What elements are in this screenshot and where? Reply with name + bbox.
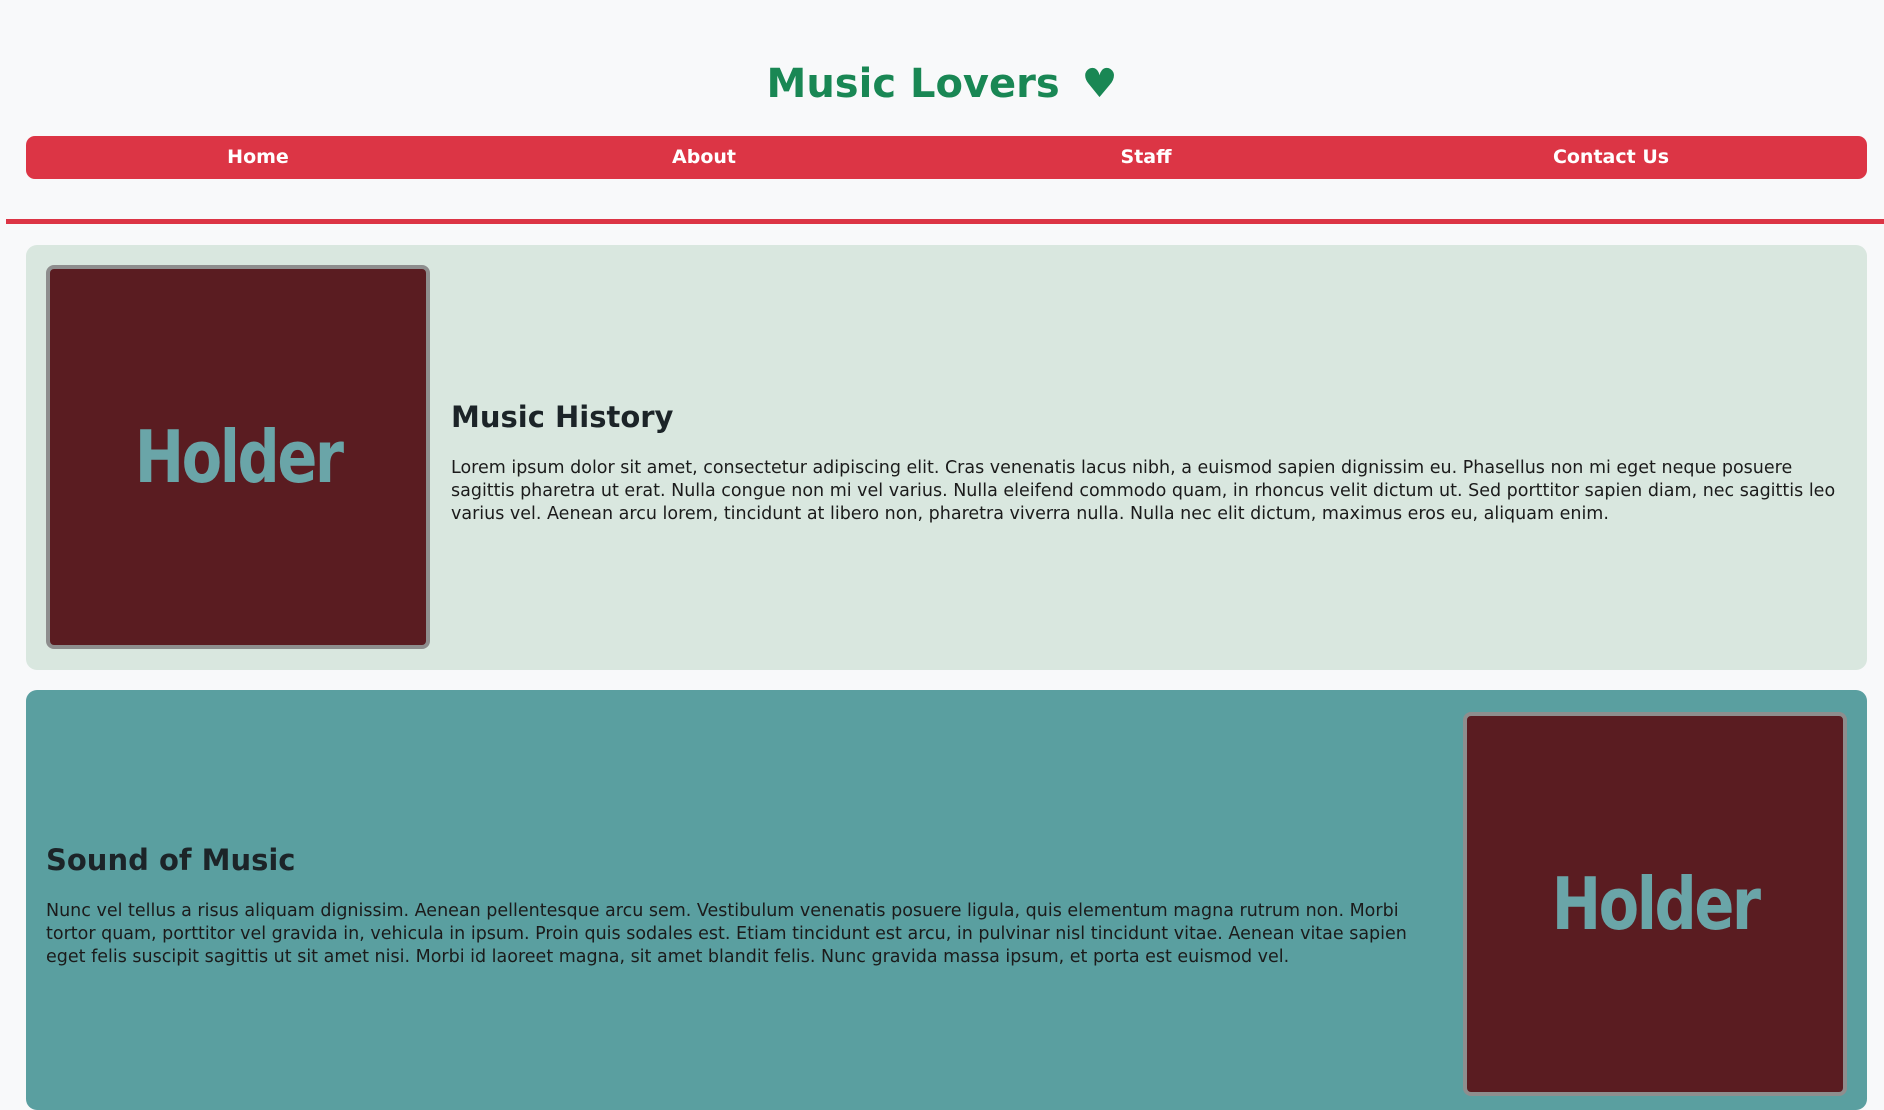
main-navbar: Home About Staff Contact Us xyxy=(26,136,1867,179)
nav-link-home[interactable]: Home xyxy=(227,136,289,179)
nav-link-staff[interactable]: Staff xyxy=(1121,136,1172,179)
heart-icon: ♥ xyxy=(1081,61,1118,107)
section-body: Nunc vel tellus a risus aliquam dignissi… xyxy=(46,901,1407,967)
header-divider xyxy=(6,219,1884,224)
nav-link-contact-us[interactable]: Contact Us xyxy=(1553,136,1669,179)
nav-link-about[interactable]: About xyxy=(672,136,736,179)
section-body: Lorem ipsum dolor sit amet, consectetur … xyxy=(451,458,1836,524)
placeholder-image: Holder xyxy=(1463,712,1847,1096)
section-heading: Sound of Music xyxy=(46,843,296,877)
sound-of-music-card: Sound of Music Nunc vel tellus a risus a… xyxy=(26,690,1867,1110)
placeholder-image-label: Holder xyxy=(1551,862,1761,946)
section-heading: Music History xyxy=(451,400,674,434)
site-title: Music Lovers ♥ xyxy=(0,56,1884,112)
site-title-text: Music Lovers xyxy=(766,61,1060,107)
placeholder-image: Holder xyxy=(46,265,430,649)
placeholder-image-label: Holder xyxy=(134,415,344,499)
card-text: Sound of Music Nunc vel tellus a risus a… xyxy=(46,840,1446,969)
card-text: Music History Lorem ipsum dolor sit amet… xyxy=(451,397,1851,526)
music-history-card: Holder Music History Lorem ipsum dolor s… xyxy=(26,245,1867,670)
